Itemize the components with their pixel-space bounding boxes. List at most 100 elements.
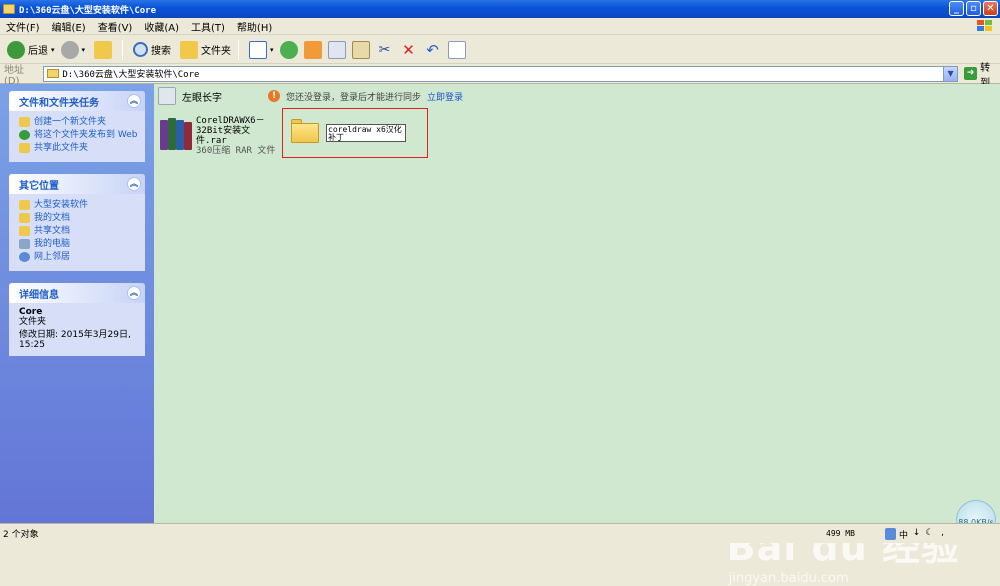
title-bar: D:\360云盘\大型安装软件\Core _ ▫ ✕ xyxy=(0,0,1000,18)
address-path: D:\360云盘\大型安装软件\Core xyxy=(62,70,200,80)
file-type: 360压缩 RAR 文件 xyxy=(196,146,276,156)
views-icon xyxy=(249,40,268,59)
place-label: 我的文档 xyxy=(34,213,71,223)
details-header[interactable]: 详细信息 ︽ xyxy=(9,283,145,303)
ime-punct-icon[interactable]: ↓ xyxy=(911,528,922,540)
menu-edit[interactable]: 编辑(E) xyxy=(46,19,92,34)
task-share-folder[interactable]: 共享此文件夹 xyxy=(19,143,139,154)
menu-help[interactable]: 帮助(H) xyxy=(231,19,278,34)
ime-switch-icon[interactable] xyxy=(885,527,896,540)
share-folder-icon xyxy=(19,143,30,153)
globe-icon xyxy=(19,130,30,140)
new-folder-icon xyxy=(19,117,30,127)
warning-icon: ! xyxy=(268,90,280,102)
ime-toolbar[interactable]: 中 ↓ ☾ , xyxy=(885,527,948,541)
folder-up-icon xyxy=(94,40,113,59)
menu-file[interactable]: 文件(F) xyxy=(0,19,46,34)
collapse-icon[interactable]: ︽ xyxy=(127,177,141,191)
watermark-url: jingyan.baidu.com xyxy=(728,571,849,586)
other-places-panel: 其它位置 ︽ 大型安装软件 我的文档 共享文档 我的电脑 网上邻居 xyxy=(9,174,145,271)
task-label: 共享此文件夹 xyxy=(34,143,89,153)
details-title: 详细信息 xyxy=(19,289,59,301)
menu-view[interactable]: 查看(V) xyxy=(92,19,139,34)
undo-icon[interactable]: ↶ xyxy=(424,41,442,59)
task-pane: 文件和文件夹任务 ︽ 创建一个新文件夹 将这个文件夹发布到 Web 共享此文件夹… xyxy=(0,84,154,523)
side-button-label: 左眼长字 xyxy=(182,92,222,104)
folders-label: 文件夹 xyxy=(201,46,232,57)
task-publish-web[interactable]: 将这个文件夹发布到 Web xyxy=(19,130,139,141)
collapse-icon[interactable]: ︽ xyxy=(127,94,141,108)
details-name: Core xyxy=(19,307,43,317)
windows-logo-icon xyxy=(977,20,992,31)
forward-arrow-icon xyxy=(60,40,79,59)
search-icon xyxy=(133,42,149,57)
folder-icon[interactable] xyxy=(291,119,319,143)
other-places-header[interactable]: 其它位置 ︽ xyxy=(9,174,145,194)
maximize-button[interactable]: ▫ xyxy=(966,1,981,16)
ime-lang-icon[interactable]: 中 xyxy=(898,528,909,541)
cut-icon[interactable]: ✂ xyxy=(376,41,394,59)
address-dropdown-icon[interactable]: ▼ xyxy=(943,66,958,81)
paste-icon[interactable] xyxy=(351,40,370,59)
sync-notice-text: 您还没登录，登录后才能进行同步 xyxy=(286,92,422,103)
sync-notice-bar: ! 您还没登录，登录后才能进行同步 立即登录 xyxy=(262,84,1000,108)
file-name: CorelDRAWX6－32Bit安装文件.rar xyxy=(196,116,265,146)
menu-favorites[interactable]: 收藏(A) xyxy=(138,19,185,34)
status-bar: 2 个对象 499 MB 中 ↓ ☾ , xyxy=(0,523,1000,543)
tasks-panel: 文件和文件夹任务 ︽ 创建一个新文件夹 将这个文件夹发布到 Web 共享此文件夹 xyxy=(9,91,145,162)
search-label: 搜索 xyxy=(151,46,172,57)
address-input[interactable]: D:\360云盘\大型安装软件\Core ▼ xyxy=(43,65,959,82)
ime-comma-icon[interactable]: , xyxy=(937,528,948,540)
login-link[interactable]: 立即登录 xyxy=(427,90,463,103)
up-button[interactable] xyxy=(88,38,118,62)
object-count: 2 个对象 xyxy=(3,530,39,540)
details-type: 文件夹 xyxy=(19,317,47,327)
back-label: 后退 xyxy=(28,46,48,57)
place-my-documents[interactable]: 我的文档 xyxy=(19,213,139,224)
refresh-icon[interactable] xyxy=(279,40,298,59)
go-arrow-icon: ➜ xyxy=(964,67,978,80)
folder-icon xyxy=(47,69,60,78)
folders-button[interactable]: 文件夹 xyxy=(174,38,234,62)
back-button[interactable]: 后退 ▾ xyxy=(4,38,58,62)
place-my-computer[interactable]: 我的电脑 xyxy=(19,239,139,250)
place-label: 我的电脑 xyxy=(34,239,71,249)
place-network[interactable]: 网上邻居 xyxy=(19,252,139,263)
rar-archive-icon xyxy=(160,116,192,150)
forward-button[interactable]: ▾ xyxy=(58,38,89,62)
file-item-rar[interactable]: CorelDRAWX6－32Bit安装文件.rar 360压缩 RAR 文件 xyxy=(160,116,278,156)
place-label: 大型安装软件 xyxy=(34,200,89,210)
my-documents-icon xyxy=(19,213,30,223)
minimize-button[interactable]: _ xyxy=(949,1,964,16)
task-label: 将这个文件夹发布到 Web xyxy=(34,130,138,140)
properties-icon[interactable] xyxy=(447,40,466,59)
tool-icon xyxy=(158,87,176,105)
rename-field[interactable]: coreldraw x6汉化补丁 xyxy=(326,124,406,142)
collapse-icon[interactable]: ︽ xyxy=(127,286,141,300)
window-title: D:\360云盘\大型安装软件\Core xyxy=(19,5,157,16)
tasks-panel-title: 文件和文件夹任务 xyxy=(19,97,99,109)
memory-usage: 499 MB xyxy=(826,529,855,538)
side-panel-button[interactable]: 左眼长字 xyxy=(158,87,222,105)
place-shared-documents[interactable]: 共享文档 xyxy=(19,226,139,237)
details-panel: 详细信息 ︽ Core 文件夹 修改日期: 2015年3月29日, 15:25 xyxy=(9,283,145,356)
close-button[interactable]: ✕ xyxy=(983,1,998,16)
delete-icon[interactable]: ✕ xyxy=(400,41,418,59)
search-button[interactable]: 搜索 xyxy=(127,38,174,62)
tasks-panel-header[interactable]: 文件和文件夹任务 ︽ xyxy=(9,91,145,111)
folders-icon xyxy=(180,40,199,59)
address-label: 地址(D) xyxy=(4,64,24,87)
home-icon[interactable] xyxy=(303,40,322,59)
ime-moon-icon[interactable]: ☾ xyxy=(924,528,935,540)
file-list-area[interactable]: 左眼长字 ! 您还没登录，登录后才能进行同步 立即登录 CorelDRAWX6－… xyxy=(154,84,1000,586)
chevron-down-icon: ▾ xyxy=(270,45,274,54)
other-places-title: 其它位置 xyxy=(19,180,59,192)
place-parent-folder[interactable]: 大型安装软件 xyxy=(19,200,139,211)
copy-icon[interactable] xyxy=(327,40,346,59)
place-label: 共享文档 xyxy=(34,226,71,236)
views-button[interactable]: ▾ xyxy=(243,38,277,62)
task-label: 创建一个新文件夹 xyxy=(34,117,107,127)
chevron-down-icon: ▾ xyxy=(81,45,86,54)
task-new-folder[interactable]: 创建一个新文件夹 xyxy=(19,117,139,128)
menu-tools[interactable]: 工具(T) xyxy=(185,19,231,34)
